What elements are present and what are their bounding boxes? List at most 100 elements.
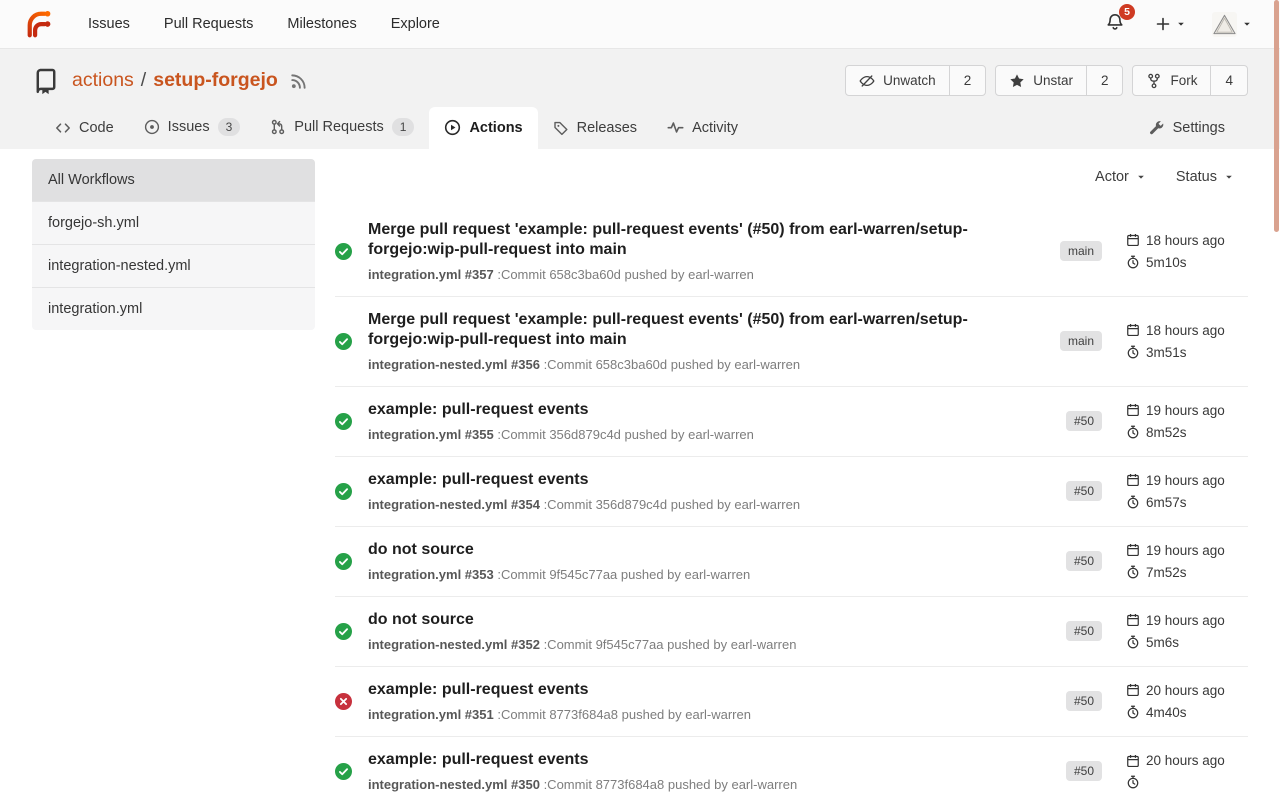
run-meta: 18 hours ago 5m10s — [1126, 233, 1248, 270]
forgejo-logo-icon[interactable] — [22, 8, 55, 41]
run-workflow-ref: integration-nested.yml #350 — [368, 777, 540, 792]
sidebar-item-all-workflows[interactable]: All Workflows — [32, 159, 315, 202]
run-title-link[interactable]: example: pull-request events — [368, 470, 988, 490]
run-meta: 20 hours ago — [1126, 753, 1248, 789]
navbar-link-pull-requests[interactable]: Pull Requests — [147, 2, 270, 46]
run-ref-badge[interactable]: #50 — [1066, 481, 1102, 501]
sidebar-item-forgejo-sh-yml[interactable]: forgejo-sh.yml — [32, 202, 315, 245]
run-ref-badge[interactable]: #50 — [1066, 691, 1102, 711]
run-duration-line — [1126, 775, 1248, 789]
unstar-button[interactable]: Unstar — [996, 66, 1087, 95]
run-title-link[interactable]: Merge pull request 'example: pull-reques… — [368, 220, 988, 260]
navbar-right: 5 — [1105, 8, 1258, 41]
run-duration-line: 6m57s — [1126, 495, 1248, 510]
run-title-link[interactable]: example: pull-request events — [368, 750, 988, 770]
tab-releases[interactable]: Releases — [538, 108, 652, 149]
pull-request-icon — [270, 119, 286, 135]
run-commit-info: :Commit 8773f684a8 pushed by earl-warren — [540, 777, 797, 792]
run-ref-badge[interactable]: #50 — [1066, 761, 1102, 781]
run-duration: 5m10s — [1146, 255, 1187, 270]
calendar-icon — [1126, 613, 1140, 627]
run-commit-info: :Commit 356d879c4d pushed by earl-warren — [540, 497, 800, 512]
run-title-link[interactable]: example: pull-request events — [368, 680, 988, 700]
sidebar-item-integration-yml[interactable]: integration.yml — [32, 288, 315, 330]
run-body: example: pull-request eventsintegration-… — [368, 470, 1050, 512]
eye-off-icon — [859, 73, 875, 89]
run-body: do not sourceintegration-nested.yml #352… — [368, 610, 1050, 652]
check-circle-icon — [335, 413, 352, 430]
run-ref-badge[interactable]: #50 — [1066, 411, 1102, 431]
run-title-link[interactable]: example: pull-request events — [368, 400, 988, 420]
chevron-down-icon — [1242, 19, 1252, 29]
navbar-link-issues[interactable]: Issues — [71, 2, 147, 46]
workflow-run-row: example: pull-request eventsintegration-… — [335, 457, 1248, 527]
navbar-link-explore[interactable]: Explore — [374, 2, 457, 46]
actor-filter-dropdown[interactable]: Actor — [1095, 169, 1146, 185]
run-ref-badge[interactable]: #50 — [1066, 621, 1102, 641]
run-title-link[interactable]: Merge pull request 'example: pull-reques… — [368, 310, 988, 350]
unstar-count[interactable]: 2 — [1087, 66, 1123, 95]
run-subtitle: integration.yml #353 :Commit 9f545c77aa … — [368, 567, 1050, 582]
code-icon — [55, 120, 71, 136]
fork-button[interactable]: Fork — [1133, 66, 1211, 95]
run-body: example: pull-request events integration.… — [368, 680, 1050, 722]
tab-settings[interactable]: Settings — [1134, 108, 1240, 149]
check-circle-icon — [335, 763, 352, 780]
create-new-button[interactable] — [1149, 12, 1192, 36]
tab-label: Actions — [469, 120, 522, 136]
repo-icon — [32, 67, 60, 95]
run-ref-badge[interactable]: #50 — [1066, 551, 1102, 571]
run-body: Merge pull request 'example: pull-reques… — [368, 220, 1044, 282]
workflow-run-row: example: pull-request eventsintegration.… — [335, 387, 1248, 457]
content-area: All Workflowsforgejo-sh.ymlintegration-n… — [0, 149, 1280, 800]
tab-code[interactable]: Code — [40, 108, 129, 149]
tab-actions[interactable]: Actions — [429, 107, 537, 149]
rss-icon[interactable] — [290, 72, 308, 90]
workflow-run-row: example: pull-request events integration.… — [335, 667, 1248, 737]
run-duration-line: 8m52s — [1126, 425, 1248, 440]
sidebar-item-integration-nested-yml[interactable]: integration-nested.yml — [32, 245, 315, 288]
top-navbar: IssuesPull RequestsMilestonesExplore 5 — [0, 0, 1280, 49]
tab-activity[interactable]: Activity — [652, 107, 753, 149]
run-ref-badge[interactable]: main — [1060, 241, 1102, 261]
run-meta: 19 hours ago5m6s — [1126, 613, 1248, 650]
run-subtitle: integration-nested.yml #350 :Commit 8773… — [368, 777, 1050, 792]
run-commit-info: :Commit 356d879c4d pushed by earl-warren — [494, 427, 754, 442]
activity-icon — [667, 119, 684, 136]
stopwatch-icon — [1126, 495, 1140, 509]
run-time-line: 19 hours ago — [1126, 403, 1248, 418]
run-duration: 7m52s — [1146, 565, 1187, 580]
tab-issues[interactable]: Issues3 — [129, 106, 256, 149]
check-circle-icon — [335, 553, 352, 570]
tab-pull-requests[interactable]: Pull Requests1 — [255, 106, 429, 149]
stopwatch-icon — [1126, 425, 1140, 439]
run-title-link[interactable]: do not source — [368, 540, 988, 560]
status-filter-dropdown[interactable]: Status — [1176, 169, 1234, 185]
run-meta: 19 hours ago6m57s — [1126, 473, 1248, 510]
repo-name-link[interactable]: setup-forgejo — [153, 69, 278, 92]
run-workflow-ref: integration.yml #353 — [368, 567, 494, 582]
page-scrollbar[interactable] — [1274, 0, 1279, 232]
run-duration: 4m40s — [1146, 705, 1187, 720]
notification-count-badge: 5 — [1119, 4, 1135, 20]
unwatch-count[interactable]: 2 — [950, 66, 986, 95]
avatar — [1212, 12, 1237, 37]
fork-count[interactable]: 4 — [1211, 66, 1247, 95]
user-menu-button[interactable] — [1206, 8, 1258, 41]
stopwatch-icon — [1126, 255, 1140, 269]
repo-header: actions / setup-forgejo Unwatch2Unstar2F… — [0, 49, 1280, 149]
run-time: 19 hours ago — [1146, 543, 1225, 558]
repo-owner-link[interactable]: actions — [72, 69, 134, 92]
tab-label: Pull Requests — [294, 119, 383, 135]
unwatch-button[interactable]: Unwatch — [846, 66, 950, 95]
run-title-link[interactable]: do not source — [368, 610, 988, 630]
workflow-run-row: Merge pull request 'example: pull-reques… — [335, 207, 1248, 297]
run-meta: 19 hours ago 8m52s — [1126, 403, 1248, 440]
run-ref-badge[interactable]: main — [1060, 331, 1102, 351]
notifications-button[interactable]: 5 — [1105, 12, 1125, 37]
run-subtitle: integration.yml #351 :Commit 8773f684a8 … — [368, 707, 1050, 722]
run-commit-info: :Commit 658c3ba60d pushed by earl-warren — [540, 357, 800, 372]
run-time-line: 18 hours ago — [1126, 233, 1248, 248]
navbar-link-milestones[interactable]: Milestones — [270, 2, 373, 46]
calendar-icon — [1126, 473, 1140, 487]
